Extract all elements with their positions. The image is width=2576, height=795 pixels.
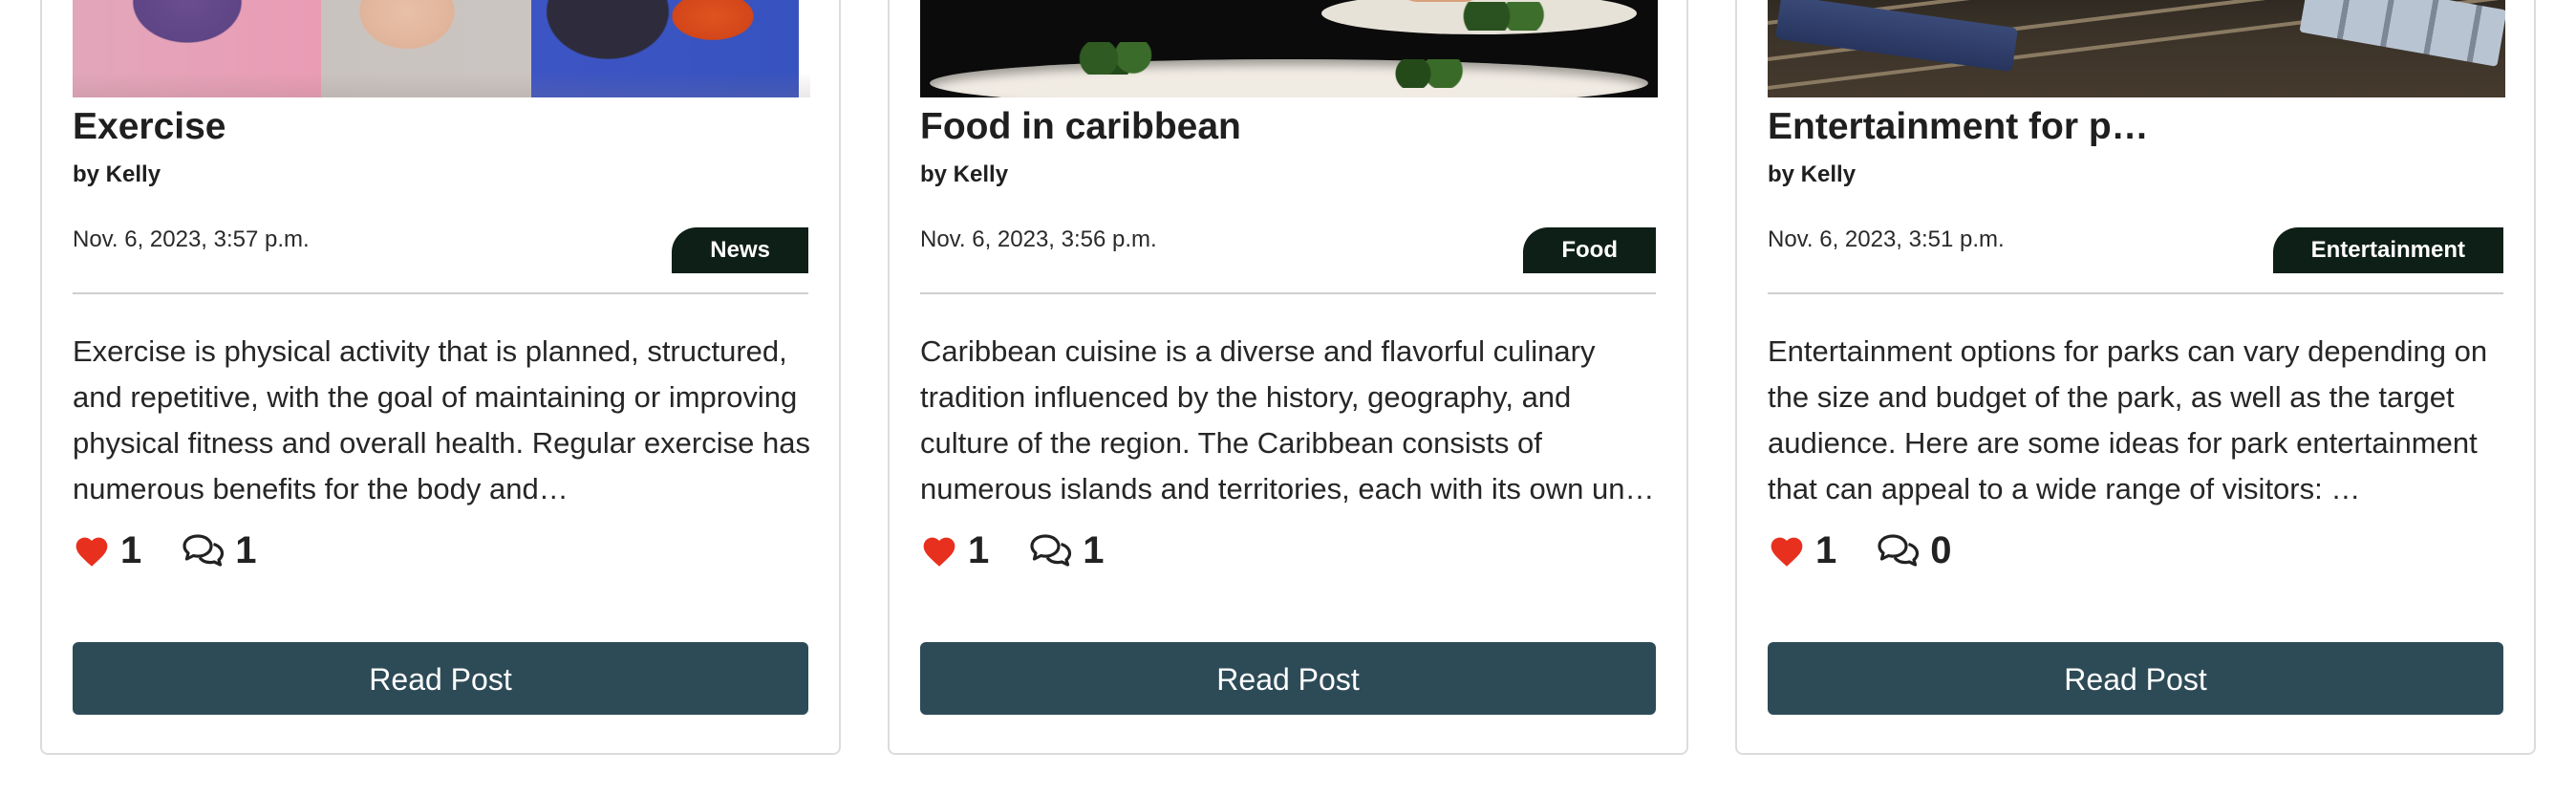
post-title[interactable]: Entertainment for p… xyxy=(1768,103,2149,151)
like-count: 1 xyxy=(1768,527,1836,573)
heart-icon xyxy=(920,533,958,568)
comments-icon xyxy=(182,532,225,569)
post-card: Exercise by Kelly Nov. 6, 2023, 3:57 p.m… xyxy=(40,0,841,755)
comments-icon xyxy=(1877,532,1921,569)
category-badge: Entertainment xyxy=(2272,227,2503,273)
post-image[interactable] xyxy=(920,0,1658,97)
category-badge: News xyxy=(672,227,808,273)
post-date: Nov. 6, 2023, 3:51 p.m. xyxy=(1768,226,2005,252)
post-date: Nov. 6, 2023, 3:56 p.m. xyxy=(920,226,1157,252)
like-count-value: 1 xyxy=(1815,529,1837,571)
comments-icon xyxy=(1029,532,1073,569)
post-author: by Kelly xyxy=(73,161,161,187)
wagons-shape xyxy=(2299,0,2505,67)
category-badge: Food xyxy=(1523,227,1656,273)
post-title[interactable]: Exercise xyxy=(73,103,225,151)
divider xyxy=(73,292,808,294)
post-card: Food in caribbean by Kelly Nov. 6, 2023,… xyxy=(888,0,1688,755)
post-excerpt: Entertainment options for parks can vary… xyxy=(1768,334,2488,505)
post-image[interactable] xyxy=(73,0,810,97)
comment-count: 1 xyxy=(1029,527,1105,573)
read-post-button[interactable]: Read Post xyxy=(920,642,1656,715)
post-stats: 1 1 xyxy=(920,527,1105,573)
post-author: by Kelly xyxy=(1768,161,1857,187)
like-count: 1 xyxy=(73,527,141,573)
post-author: by Kelly xyxy=(920,161,1009,187)
like-count-value: 1 xyxy=(120,529,142,571)
greens-shape xyxy=(1455,2,1560,31)
post-list: Exercise by Kelly Nov. 6, 2023, 3:57 p.m… xyxy=(0,0,2576,795)
plate-shape xyxy=(930,59,1648,97)
greens-shape xyxy=(1073,42,1159,75)
heart-icon xyxy=(73,533,111,568)
comment-count: 0 xyxy=(1877,527,1952,573)
read-post-button[interactable]: Read Post xyxy=(73,642,808,715)
greens-shape xyxy=(1379,59,1465,88)
train-shape xyxy=(1775,0,2018,73)
heart-icon xyxy=(1768,533,1806,568)
like-count-value: 1 xyxy=(968,529,990,571)
post-title[interactable]: Food in caribbean xyxy=(920,103,1241,151)
post-date: Nov. 6, 2023, 3:57 p.m. xyxy=(73,226,310,252)
comment-count-value: 1 xyxy=(235,529,257,571)
post-stats: 1 0 xyxy=(1768,527,1952,573)
post-card: Entertainment for p… by Kelly Nov. 6, 20… xyxy=(1735,0,2536,755)
post-image[interactable] xyxy=(1768,0,2505,97)
read-post-button[interactable]: Read Post xyxy=(1768,642,2503,715)
divider xyxy=(1768,292,2503,294)
post-excerpt: Exercise is physical activity that is pl… xyxy=(73,334,810,505)
comment-count-value: 1 xyxy=(1083,529,1105,571)
like-count: 1 xyxy=(920,527,989,573)
comment-count: 1 xyxy=(182,527,257,573)
post-excerpt: Caribbean cuisine is a diverse and flavo… xyxy=(920,334,1655,505)
divider xyxy=(920,292,1656,294)
post-stats: 1 1 xyxy=(73,527,257,573)
comment-count-value: 0 xyxy=(1930,529,1952,571)
